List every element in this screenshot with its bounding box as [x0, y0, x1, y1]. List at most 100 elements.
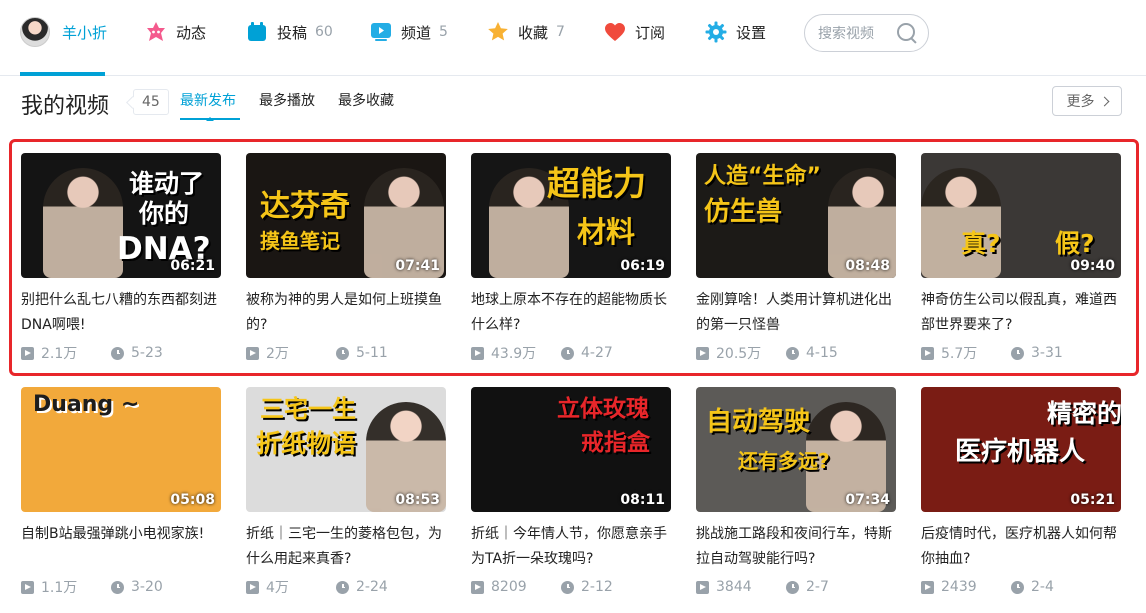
channel-icon: [371, 23, 391, 41]
cover-caption: 谁动了: [129, 169, 205, 198]
video-title[interactable]: 挑战施工路段和夜间行车，特斯拉自动驾驶能行吗?: [696, 522, 896, 572]
upload-date: 5-11: [356, 345, 388, 361]
video-thumbnail[interactable]: 谁动了 你的 DNA? 06:21: [21, 153, 221, 278]
video-thumbnail[interactable]: 三宅一生 折纸物语 08:53: [246, 387, 446, 512]
video-card[interactable]: 真? 假? 09:40 神奇仿生公司以假乱真，难道西部世界要来了? 5.7万 3-31: [921, 153, 1121, 363]
nav-label: 投稿: [277, 23, 308, 42]
video-card[interactable]: 立体玫瑰 戒指盒 08:11 折纸｜今年情人节，你愿意亲手为TA折一朵玫瑰吗? 8209…: [471, 387, 671, 597]
video-card[interactable]: Duang ~ 05:08 自制B站最强弹跳小电视家族! 1.1万 3-20: [21, 387, 221, 597]
search-input[interactable]: 搜索视频: [804, 14, 929, 52]
video-thumbnail[interactable]: 自动驾驶 还有多远? 07:34: [696, 387, 896, 512]
video-card[interactable]: 自动驾驶 还有多远? 07:34 挑战施工路段和夜间行车，特斯拉自动驾驶能行吗? 384…: [696, 387, 896, 597]
nav-item-settings[interactable]: 设置: [704, 14, 766, 50]
video-card[interactable]: 人造“生命” 仿生兽 08:48 金刚算啥！人类用计算机进化出的第一只怪兽 20.5万 4…: [696, 153, 896, 363]
video-title[interactable]: 折纸｜三宅一生的菱格包包，为什么用起来真香?: [246, 522, 446, 572]
video-thumbnail[interactable]: 精密的 医疗机器人 05:21: [921, 387, 1121, 512]
video-title[interactable]: 地球上原本不存在的超能物质长什么样?: [471, 288, 671, 338]
video-title[interactable]: 被称为神的男人是如何上班摸鱼的?: [246, 288, 446, 338]
video-meta: 4万 2-24: [246, 577, 446, 597]
nav-user[interactable]: 羊小折: [20, 14, 107, 50]
video-card[interactable]: 达芬奇 摸鱼笔记 07:41 被称为神的男人是如何上班摸鱼的? 2万 5-11: [246, 153, 446, 363]
nav-item-channel[interactable]: 频道 5: [369, 14, 448, 50]
nav-label: 订阅: [635, 23, 666, 42]
cover-caption: 你的: [139, 199, 190, 228]
clock-icon: [561, 346, 574, 360]
clock-icon: [336, 580, 349, 594]
nav-label: 收藏: [518, 23, 549, 42]
nav-label: 动态: [176, 23, 207, 42]
tab-most-favorited[interactable]: 最多收藏: [338, 90, 394, 110]
nav-item-favorite[interactable]: 收藏 7: [486, 14, 565, 50]
video-meta: 2万 5-11: [246, 343, 446, 363]
nav-label: 设置: [736, 23, 767, 42]
cover-caption: 达芬奇: [260, 189, 350, 224]
video-title[interactable]: 后疫情时代，医疗机器人如何帮你抽血?: [921, 522, 1121, 572]
user-name: 羊小折: [62, 23, 108, 42]
video-thumbnail[interactable]: 达芬奇 摸鱼笔记 07:41: [246, 153, 446, 278]
tab-latest[interactable]: 最新发布: [180, 90, 236, 110]
nav-item-subscribe[interactable]: 订阅: [603, 14, 665, 50]
video-card[interactable]: 超能力 材料 06:19 地球上原本不存在的超能物质长什么样? 43.9万 4-27: [471, 153, 671, 363]
clock-icon: [786, 580, 799, 594]
play-count-icon: [696, 580, 709, 594]
video-thumbnail[interactable]: Duang ~ 05:08: [21, 387, 221, 512]
nav-count: 5: [439, 24, 448, 40]
video-meta: 43.9万 4-27: [471, 343, 671, 363]
video-title[interactable]: 自制B站最强弹跳小电视家族!: [21, 522, 221, 572]
video-card[interactable]: 精密的 医疗机器人 05:21 后疫情时代，医疗机器人如何帮你抽血? 2439 2-4: [921, 387, 1121, 597]
video-duration: 05:21: [1070, 492, 1115, 508]
more-label: 更多: [1066, 94, 1095, 110]
upload-date: 2-24: [356, 579, 388, 595]
clock-icon: [1011, 580, 1024, 594]
dynamic-icon: [147, 22, 165, 41]
search-icon[interactable]: [896, 22, 918, 44]
upload-date: 3-31: [1031, 345, 1063, 361]
top-nav: 羊小折 动态 投稿 60 频道 5 收藏 7 订阅 设置 搜索视频: [0, 0, 1146, 76]
video-thumbnail[interactable]: 人造“生命” 仿生兽 08:48: [696, 153, 896, 278]
video-meta: 1.1万 3-20: [21, 577, 221, 597]
video-meta: 2439 2-4: [921, 577, 1121, 597]
cover-caption: 摸鱼笔记: [260, 229, 340, 253]
video-duration: 05:08: [170, 492, 215, 508]
clock-icon: [111, 580, 124, 594]
upload-date: 2-7: [806, 579, 829, 595]
clock-icon: [786, 346, 799, 360]
cover-caption: 三宅一生: [260, 395, 356, 423]
video-title[interactable]: 别把什么乱七八糟的东西都刻进DNA啊喂!: [21, 288, 221, 338]
nav-count: 7: [556, 24, 565, 40]
avatar: [20, 17, 50, 47]
video-thumbnail[interactable]: 真? 假? 09:40: [921, 153, 1121, 278]
video-card[interactable]: 三宅一生 折纸物语 08:53 折纸｜三宅一生的菱格包包，为什么用起来真香? 4万 2-2…: [246, 387, 446, 597]
video-card[interactable]: 谁动了 你的 DNA? 06:21 别把什么乱七八糟的东西都刻进DNA啊喂! 2.1万 5-…: [21, 153, 221, 363]
more-button[interactable]: 更多: [1052, 86, 1122, 116]
cover-person-image: [921, 168, 1001, 278]
cover-caption: 精密的: [1047, 399, 1121, 428]
play-count-icon: [246, 580, 259, 594]
video-duration: 08:11: [620, 492, 665, 508]
cover-person-image: [43, 168, 123, 278]
clock-icon: [1011, 346, 1024, 360]
cover-caption: 戒指盒: [581, 430, 650, 456]
upload-date: 3-20: [131, 579, 163, 595]
video-title[interactable]: 金刚算啥！人类用计算机进化出的第一只怪兽: [696, 288, 896, 338]
play-count: 20.5万: [716, 346, 762, 362]
nav-item-dynamic[interactable]: 动态: [144, 14, 206, 50]
tab-active-indicator: [180, 117, 240, 121]
video-title[interactable]: 神奇仿生公司以假乱真，难道西部世界要来了?: [921, 288, 1121, 338]
video-thumbnail[interactable]: 超能力 材料 06:19: [471, 153, 671, 278]
cover-caption: 人造“生命”: [704, 164, 821, 189]
play-count: 4万: [266, 580, 289, 596]
video-thumbnail[interactable]: 立体玫瑰戒指盒 08:11: [471, 387, 671, 512]
nav-item-upload[interactable]: 投稿 60: [245, 14, 333, 50]
cover-caption: Duang ~: [33, 392, 140, 417]
chevron-right-icon: [1099, 96, 1109, 106]
cover-caption: 假?: [1055, 229, 1095, 258]
cover-caption: 材料: [577, 215, 636, 249]
video-title[interactable]: 折纸｜今年情人节，你愿意亲手为TA折一朵玫瑰吗?: [471, 522, 671, 572]
play-count-icon: [471, 346, 484, 360]
clock-icon: [111, 346, 124, 360]
play-count-icon: [21, 580, 34, 594]
cover-caption: 立体玫瑰: [557, 396, 649, 422]
tab-most-played[interactable]: 最多播放: [259, 90, 315, 110]
cover-caption: 自动驾驶: [706, 407, 811, 437]
